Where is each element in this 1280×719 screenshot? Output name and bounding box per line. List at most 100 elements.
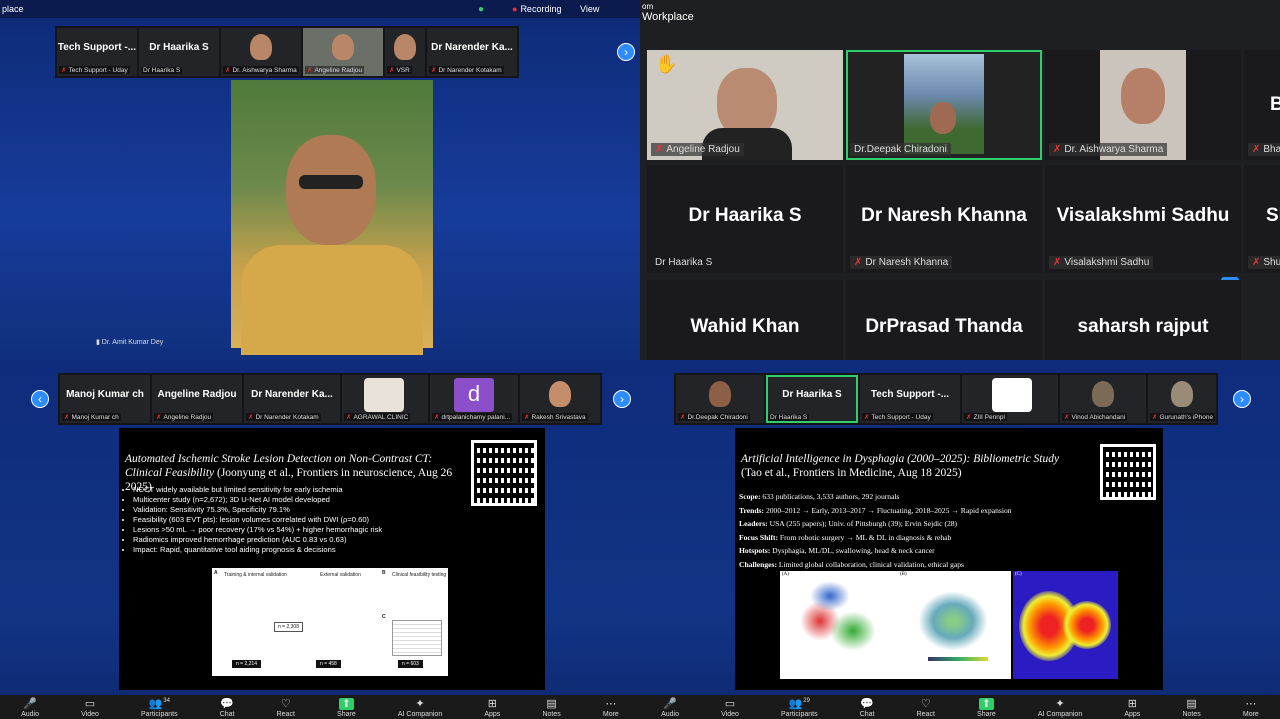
participant-video	[549, 381, 571, 407]
next-page-button[interactable]: ›	[1233, 390, 1251, 408]
toolbar-share-button[interactable]: ⬆ Share	[337, 698, 356, 718]
clinic-logo	[364, 378, 404, 412]
participants-icon: 👥	[788, 698, 803, 710]
participant-label: Dr Haarika S	[655, 257, 713, 268]
participant-label: ✗ Tech Support - Uday	[59, 66, 130, 74]
participant-tile[interactable]: Dr Narender Ka... ✗ Dr Narender Kotakam	[244, 375, 340, 423]
name-tile[interactable]: Sl ✗Shul	[1244, 165, 1280, 273]
toolbar-react-button[interactable]: ♡ React	[917, 698, 935, 718]
participant-tile[interactable]: ✗ Rakesh Srivastava	[520, 375, 600, 423]
meeting-toolbar: 🎤 Audio ▭ Video 👥 29 Participants 💬 Chat ♡ React ⬆ S…	[640, 695, 1280, 719]
toolbar-more-button[interactable]: ⋯ More	[603, 698, 619, 718]
participant-tile[interactable]: ✗ Angeline Radjou	[303, 28, 383, 76]
next-page-button[interactable]: ›	[613, 390, 631, 408]
participant-tile[interactable]: Manoj Kumar ch ✗ Manoj Kumar ch	[60, 375, 150, 423]
density-map-c: (C)	[1013, 571, 1118, 679]
name-tile[interactable]: Dr Haarika S Dr Haarika S	[647, 165, 843, 273]
meeting-window-top-left: place ● ● Recording View Tech Support -.…	[0, 0, 640, 360]
participant-label: ✗ ZIII Pennpl	[964, 413, 1007, 421]
figure-panel-a: A	[214, 570, 218, 576]
toolbar-audio-button[interactable]: 🎤 Audio	[661, 698, 679, 718]
toolbar-label: AI Companion	[397, 711, 443, 718]
participant-tile[interactable]: Dr Narender Ka... ✗ Dr Narender Kotakam	[427, 28, 517, 76]
name-tile[interactable]: Dr Naresh Khanna ✗ Dr Naresh Khanna	[846, 165, 1042, 273]
qr-code[interactable]	[471, 440, 537, 506]
participant-tile[interactable]: ✗ ZIII Pennpl	[962, 375, 1058, 423]
chevron-right-icon: ›	[1240, 392, 1244, 406]
figure-count: n = 2,308	[274, 622, 303, 632]
mic-muted-icon: ✗	[389, 67, 395, 74]
participant-strip: ✗ Dr.Deepak Chiradoni Dr Haarika S Dr Haar…	[674, 373, 1218, 425]
participant-count: 29	[803, 698, 810, 704]
toolbar-chat-button[interactable]: 💬 Chat	[220, 698, 235, 718]
toolbar-react-button[interactable]: ♡ React	[277, 698, 295, 718]
participant-tile-active[interactable]: Dr Haarika S Dr Haarika S	[766, 375, 858, 423]
video-tile[interactable]: ✗ Dr. Aishwarya Sharma	[1045, 50, 1241, 160]
video-tile[interactable]: ✋ ✗ Angeline Radjou	[647, 50, 843, 160]
toolbar-label: More	[602, 711, 619, 718]
participant-video	[394, 34, 416, 60]
recording-indicator[interactable]: ● Recording	[512, 4, 561, 14]
name-tile[interactable]: Visalakshmi Sadhu ✗ Visalakshmi Sadhu	[1045, 165, 1241, 273]
participant-tile[interactable]: Dr Haarika S Dr Haarika S	[139, 28, 219, 76]
figure-count: n = 458	[316, 660, 341, 668]
toolbar-notes-button[interactable]: ▤ Notes	[542, 698, 560, 718]
participant-tile[interactable]: ✗ Gurunath's iPhone	[1148, 375, 1216, 423]
participant-name: saharsh rajput	[1077, 316, 1209, 337]
participant-name: Visalakshmi Sadhu	[1056, 205, 1230, 226]
toolbar-apps-button[interactable]: ⊞ Apps	[1124, 698, 1140, 718]
participant-name: DrPrasad Thanda	[865, 316, 1023, 337]
toolbar-label: React	[916, 711, 935, 718]
bullet: Validation: Sensitivity 75.3%, Specifici…	[133, 505, 463, 515]
participant-tile[interactable]: ✗ Dr. Aishwarya Sharma	[221, 28, 301, 76]
participant-tile[interactable]: d ✗ drtpalanichamy palani...	[430, 375, 518, 423]
participant-tile[interactable]: ✗ AGRAWAL CLINIC	[342, 375, 428, 423]
video-icon: ▭	[84, 698, 96, 710]
participant-tile[interactable]: ✗ Dr.Deepak Chiradoni	[676, 375, 764, 423]
participant-strip: Manoj Kumar ch ✗ Manoj Kumar ch Angeline R…	[58, 373, 602, 425]
prev-page-button[interactable]: ‹	[31, 390, 49, 408]
toolbar-chat-button[interactable]: 💬 Chat	[860, 698, 875, 718]
bullet: Impact: Rapid, quantitative tool aiding …	[133, 545, 463, 555]
toolbar-audio-button[interactable]: 🎤 Audio	[21, 698, 39, 718]
participant-tile[interactable]: Tech Support -... ✗ Tech Support - Uday	[57, 28, 137, 76]
figure-panel-c: C	[382, 614, 386, 620]
react-icon: ♡	[280, 698, 291, 710]
toolbar-participants-button[interactable]: 👥 29 Participants	[781, 698, 818, 718]
raise-hand-icon: ✋	[655, 54, 678, 74]
next-page-button[interactable]: ›	[617, 43, 635, 61]
toolbar-video-button[interactable]: ▭ Video	[721, 698, 739, 718]
toolbar-participants-button[interactable]: 👥 34 Participants	[141, 698, 178, 718]
slide-line: Leaders: USA (255 papers); Univ. of Pitt…	[739, 519, 958, 528]
name-tile[interactable]: saharsh rajput	[1045, 280, 1241, 360]
window-title: place	[2, 4, 24, 14]
participant-tile[interactable]: Tech Support -... ✗ Tech Support - Uday	[860, 375, 960, 423]
participant-tile[interactable]: ✗ Vinod Abichandani	[1060, 375, 1146, 423]
toolbar-notes-button[interactable]: ▤ Notes	[1182, 698, 1200, 718]
notes-icon: ▤	[546, 698, 557, 710]
participant-tile[interactable]: Angeline Radjou ✗ Angeline Radjou	[152, 375, 242, 423]
name-tile[interactable]: Wahid Khan	[647, 280, 843, 360]
participant-name: Dr Haarika S	[782, 389, 842, 400]
toolbar-share-button[interactable]: ⬆ Share	[977, 698, 996, 718]
window-titlebar: om Workplace	[640, 0, 1280, 34]
toolbar-ai-companion-button[interactable]: ✦ AI Companion	[398, 698, 442, 718]
chevron-right-icon: ›	[624, 45, 628, 59]
react-icon: ♡	[920, 698, 931, 710]
toolbar-video-button[interactable]: ▭ Video	[81, 698, 99, 718]
apps-icon: ⊞	[1127, 698, 1137, 710]
video-tile-active[interactable]: Dr.Deepak Chiradoni	[846, 50, 1042, 160]
participant-label: Dr.Deepak Chiradoni	[850, 143, 951, 156]
toolbar-apps-button[interactable]: ⊞ Apps	[484, 698, 500, 718]
view-button[interactable]: View	[580, 4, 599, 14]
participant-name: B	[1270, 94, 1280, 115]
color-scale	[928, 657, 988, 661]
window-title: Workplace	[642, 11, 694, 23]
toolbar-label: Participants	[781, 711, 818, 718]
toolbar-more-button[interactable]: ⋯ More	[1243, 698, 1259, 718]
toolbar-ai-companion-button[interactable]: ✦ AI Companion	[1038, 698, 1082, 718]
name-tile[interactable]: DrPrasad Thanda	[846, 280, 1042, 360]
video-tile[interactable]: B ✗Bhav	[1244, 50, 1280, 160]
slide-line: Hotspots: Dysphagia, ML/DL, swallowing, …	[739, 546, 935, 555]
participant-tile[interactable]: ✗ VSR	[385, 28, 425, 76]
